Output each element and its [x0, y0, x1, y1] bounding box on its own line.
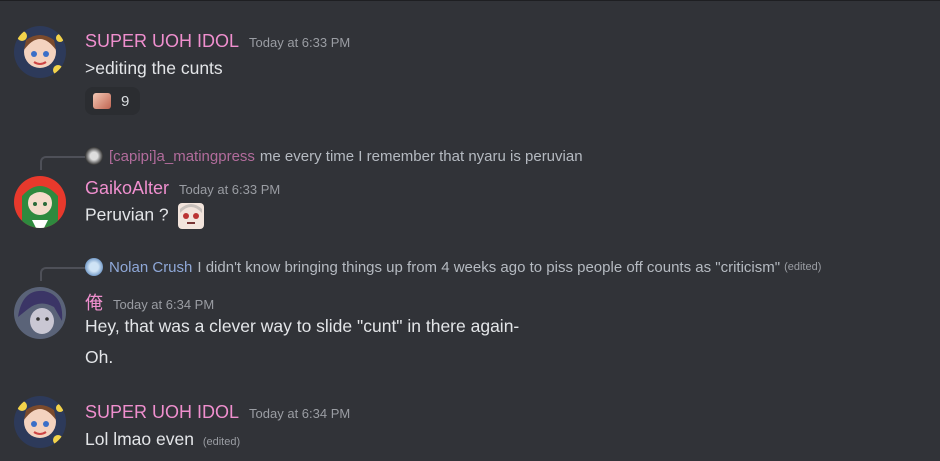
reaction-button[interactable]: 9 [85, 87, 140, 115]
username[interactable]: 俺 [85, 289, 103, 315]
divider [0, 0, 940, 1]
reply-reference[interactable]: Nolan Crush I didn't know bringing thing… [85, 258, 821, 276]
anime-face-emoji-icon [177, 203, 204, 229]
reply-text: me every time I remember that nyaru is p… [259, 147, 583, 165]
timestamp[interactable]: Today at 6:34 PM [113, 297, 214, 312]
avatar[interactable] [14, 287, 66, 339]
message-text-body: Lol lmao even [85, 429, 194, 449]
message-text-line-2: Oh. [85, 347, 114, 367]
reply-connector [40, 267, 86, 281]
edited-label: (edited) [202, 436, 241, 448]
reply-avatar [85, 258, 103, 276]
username[interactable]: SUPER UOH IDOL [85, 402, 239, 423]
timestamp[interactable]: Today at 6:33 PM [249, 35, 350, 50]
avatar[interactable] [14, 176, 66, 228]
edited-label: (edited) [784, 261, 822, 273]
reaction-count: 9 [121, 92, 130, 110]
message-text-body: Peruvian ? [85, 204, 169, 225]
avatar[interactable] [14, 26, 66, 78]
reply-text: I didn't know bringing things up from 4 … [197, 258, 781, 276]
face-emoji-icon [93, 93, 111, 109]
message-text-line-1: Hey, that was a clever way to slide "cun… [85, 316, 520, 336]
reply-avatar [85, 147, 103, 165]
reply-username[interactable]: [capipi]a_matingpress [109, 148, 255, 165]
message-text: >editing the cunts [85, 58, 223, 78]
timestamp[interactable]: Today at 6:34 PM [249, 406, 350, 421]
avatar[interactable] [14, 396, 66, 448]
timestamp[interactable]: Today at 6:33 PM [179, 182, 280, 197]
username[interactable]: GaikoAlter [85, 178, 169, 199]
reply-connector [40, 156, 86, 170]
username[interactable]: SUPER UOH IDOL [85, 31, 239, 52]
message-text: Lol lmao even (edited) [85, 429, 240, 450]
reply-username[interactable]: Nolan Crush [109, 259, 192, 276]
reply-reference[interactable]: [capipi]a_matingpress me every time I re… [85, 147, 583, 165]
message-text: Peruvian ? [85, 203, 204, 229]
